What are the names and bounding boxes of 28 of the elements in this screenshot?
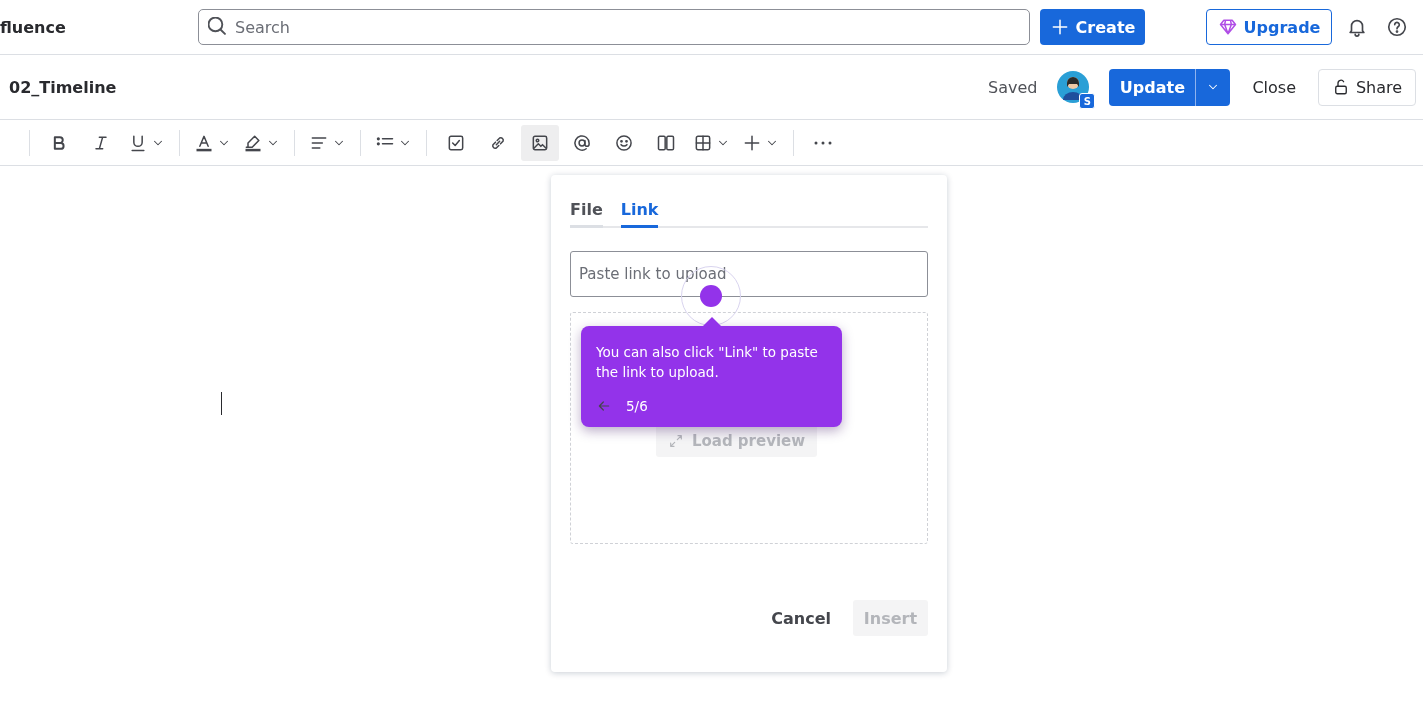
user-avatar[interactable] — [1057, 71, 1090, 103]
create-button[interactable]: Create — [1040, 9, 1145, 45]
dialog-tab[interactable]: File — [570, 200, 603, 228]
step-counter: 5/6 — [626, 398, 648, 414]
at-sign-icon — [572, 132, 592, 153]
link-input-field[interactable]: Paste link to upload — [570, 251, 928, 297]
search-field[interactable]: Search — [198, 9, 1030, 45]
more-icon — [813, 140, 833, 145]
close-button[interactable]: Close — [1242, 71, 1306, 103]
hotspot-dot[interactable] — [700, 285, 722, 307]
avatar-badge: S — [1079, 93, 1096, 109]
update-options-button[interactable] — [1195, 68, 1231, 106]
update-button[interactable]: Update — [1109, 68, 1196, 106]
expand-arrows-icon — [667, 433, 684, 449]
search-icon — [208, 17, 226, 35]
save-status: Saved — [987, 77, 1038, 97]
toolbar-button[interactable] — [521, 124, 559, 161]
text-cursor — [221, 392, 222, 415]
tooltip-text: You can also click "Link" to paste the link to upload. — [596, 343, 819, 382]
upgrade-button[interactable]: Upgrade — [1206, 9, 1332, 45]
cancel-button[interactable]: Cancel — [759, 600, 843, 636]
diamond-icon — [1217, 17, 1238, 37]
dialog-tab[interactable]: Link — [620, 200, 659, 228]
share-button[interactable]: Share — [1318, 68, 1416, 106]
help-icon — [1386, 16, 1408, 38]
page-title: 02_Timeline — [9, 77, 117, 97]
emoji-icon — [614, 132, 634, 153]
app-logo-text[interactable]: fluence — [0, 17, 198, 37]
